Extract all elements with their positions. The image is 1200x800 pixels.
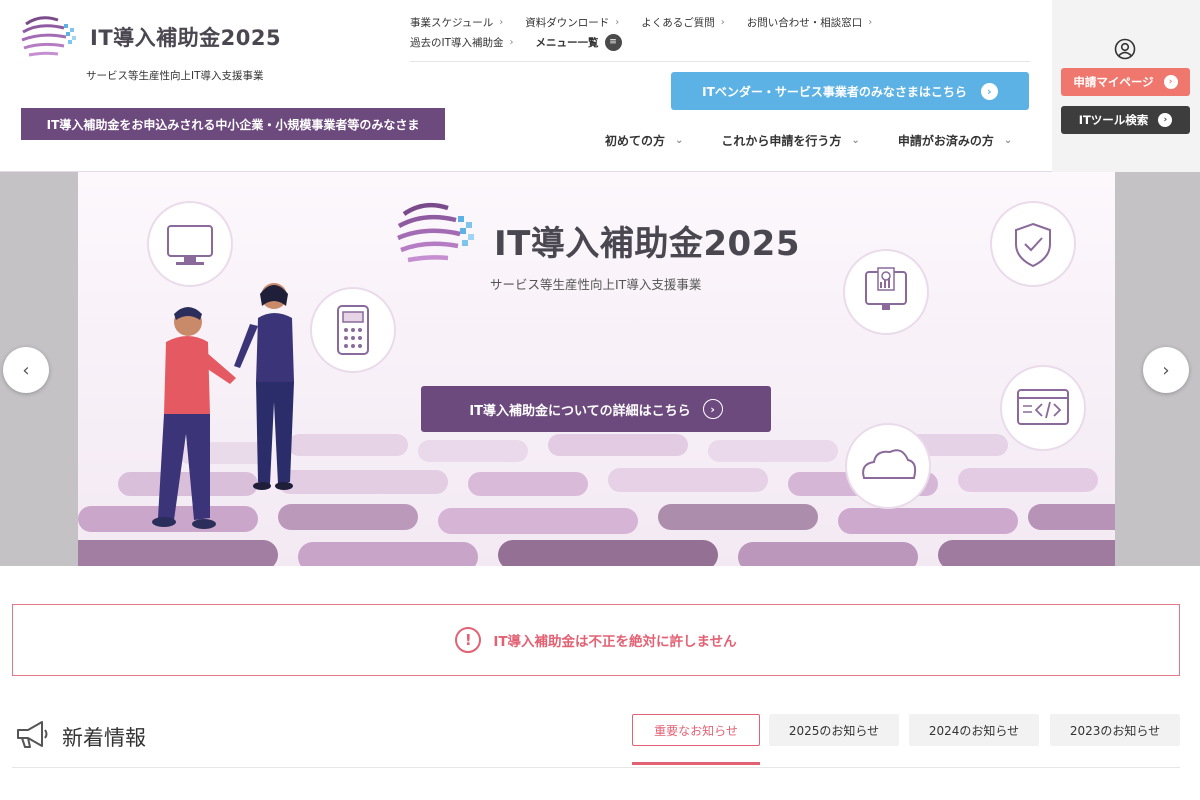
it-tool-search-button[interactable]: ITツール検索 ›: [1061, 106, 1190, 134]
util-link-downloads[interactable]: 資料ダウンロード ›: [525, 15, 619, 30]
arrow-right-icon: ›: [702, 399, 723, 419]
chevron-right-icon: ›: [509, 36, 514, 48]
notice-text: IT導入補助金は不正を絶対に許しません: [493, 634, 737, 650]
news-title: 新着情報: [62, 726, 146, 750]
main-nav: 初めての方 ⌄ これから申請を行う方 ⌄ 申請がお済みの方 ⌄: [605, 132, 1050, 149]
utility-links: 事業スケジュール › 資料ダウンロード › よくあるご質問 › お問い合わせ・相談窓口…: [410, 12, 1040, 52]
util-link-label: 過去のIT導入補助金: [410, 36, 504, 49]
chevron-down-icon: ⌄: [851, 135, 860, 146]
arrow-right-icon: ›: [980, 82, 998, 100]
vendor-button-label: ITベンダー・サービス事業者のみなさまはこちら: [702, 84, 967, 99]
invoice-icon: [843, 249, 929, 335]
util-link-label: 資料ダウンロード: [525, 16, 610, 29]
vendor-portal-button[interactable]: ITベンダー・サービス事業者のみなさまはこちら ›: [671, 72, 1029, 110]
chevron-right-icon: ›: [1162, 359, 1170, 381]
nav-item-applying[interactable]: これから申請を行う方 ⌄: [721, 132, 859, 149]
arrow-right-icon: ›: [1163, 75, 1178, 89]
tool-search-label: ITツール検索: [1078, 113, 1149, 127]
payment-terminal-icon: [310, 287, 396, 373]
monitor-icon: [147, 201, 233, 287]
menu-icon: ≡: [604, 33, 622, 51]
logo-mark-icon: [21, 16, 76, 57]
audience-banner[interactable]: IT導入補助金をお申込みされる中小企業・小規模事業者等のみなさま: [21, 108, 445, 140]
cloud-icon: [845, 423, 931, 509]
carousel-next-button[interactable]: ›: [1143, 347, 1189, 393]
news-section-header: 新着情報 重要なお知らせ 2025のお知らせ 2024のお知らせ 2023のお知…: [12, 712, 1180, 768]
nav-item-applied[interactable]: 申請がお済みの方 ⌄: [898, 132, 1012, 149]
util-link-label: よくあるご質問: [641, 16, 715, 29]
menu-list-label: メニュー一覧: [535, 36, 599, 49]
mypage-label: 申請マイページ: [1073, 75, 1154, 89]
util-link-contact[interactable]: お問い合わせ・相談窓口 ›: [747, 15, 873, 30]
hero-logo-title: IT導入補助金2025: [494, 224, 800, 264]
account-panel: 申請マイページ › ITツール検索 ›: [1052, 0, 1200, 172]
hero-details-button[interactable]: IT導入補助金についての詳細はこちら ›: [421, 386, 771, 432]
fraud-notice-banner[interactable]: ! IT導入補助金は不正を絶対に許しません: [12, 604, 1180, 676]
arrow-right-icon: ›: [1158, 113, 1173, 127]
divider: [410, 61, 1030, 62]
menu-list-link[interactable]: メニュー一覧 ≡: [535, 33, 622, 51]
chevron-right-icon: ›: [720, 16, 725, 28]
site-logo[interactable]: IT導入補助金2025: [20, 10, 281, 62]
tab-2025[interactable]: 2025のお知らせ: [769, 714, 899, 746]
chevron-right-icon: ›: [615, 16, 620, 28]
chevron-down-icon: ⌄: [675, 135, 684, 146]
nav-label: これから申請を行う方: [721, 134, 842, 148]
site-tagline: サービス等生産性向上IT導入支援事業: [86, 70, 264, 82]
util-link-schedule[interactable]: 事業スケジュール ›: [410, 15, 503, 30]
carousel-prev-button[interactable]: ‹: [3, 347, 49, 393]
hero-tagline: サービス等生産性向上IT導入支援事業: [490, 277, 702, 292]
hero-carousel: IT導入補助金2025 サービス等生産性向上IT導入支援事業 IT導入補助金につ…: [0, 172, 1200, 566]
util-link-label: 事業スケジュール: [410, 16, 494, 29]
active-tab-indicator: [632, 762, 760, 765]
tab-2023[interactable]: 2023のお知らせ: [1050, 714, 1180, 746]
hero-slide[interactable]: IT導入補助金2025 サービス等生産性向上IT導入支援事業 IT導入補助金につ…: [78, 172, 1115, 566]
nav-item-first-time[interactable]: 初めての方 ⌄: [605, 132, 683, 149]
chevron-right-icon: ›: [868, 16, 873, 28]
code-window-icon: [1000, 365, 1086, 451]
util-link-label: お問い合わせ・相談窓口: [746, 16, 863, 29]
tab-2024[interactable]: 2024のお知らせ: [909, 714, 1039, 746]
logo-title: IT導入補助金2025: [90, 26, 282, 50]
megaphone-icon: [17, 721, 48, 748]
util-link-faq[interactable]: よくあるご質問 ›: [641, 15, 725, 30]
exclamation-icon: !: [455, 627, 482, 653]
site-header: IT導入補助金2025 サービス等生産性向上IT導入支援事業 IT導入補助金をお…: [0, 0, 1200, 172]
chevron-down-icon: ⌄: [1003, 135, 1013, 146]
tab-important[interactable]: 重要なお知らせ: [632, 714, 760, 746]
nav-label: 申請がお済みの方: [897, 134, 994, 148]
chevron-right-icon: ›: [499, 16, 504, 28]
shield-check-icon: [990, 201, 1076, 287]
chevron-left-icon: ‹: [22, 359, 30, 381]
nav-label: 初めての方: [605, 134, 666, 148]
util-link-past-subsidies[interactable]: 過去のIT導入補助金 ›: [410, 35, 514, 50]
hero-cta-label: IT導入補助金についての詳細はこちら: [469, 403, 691, 419]
user-icon[interactable]: [1114, 38, 1136, 60]
mypage-button[interactable]: 申請マイページ ›: [1061, 68, 1190, 96]
